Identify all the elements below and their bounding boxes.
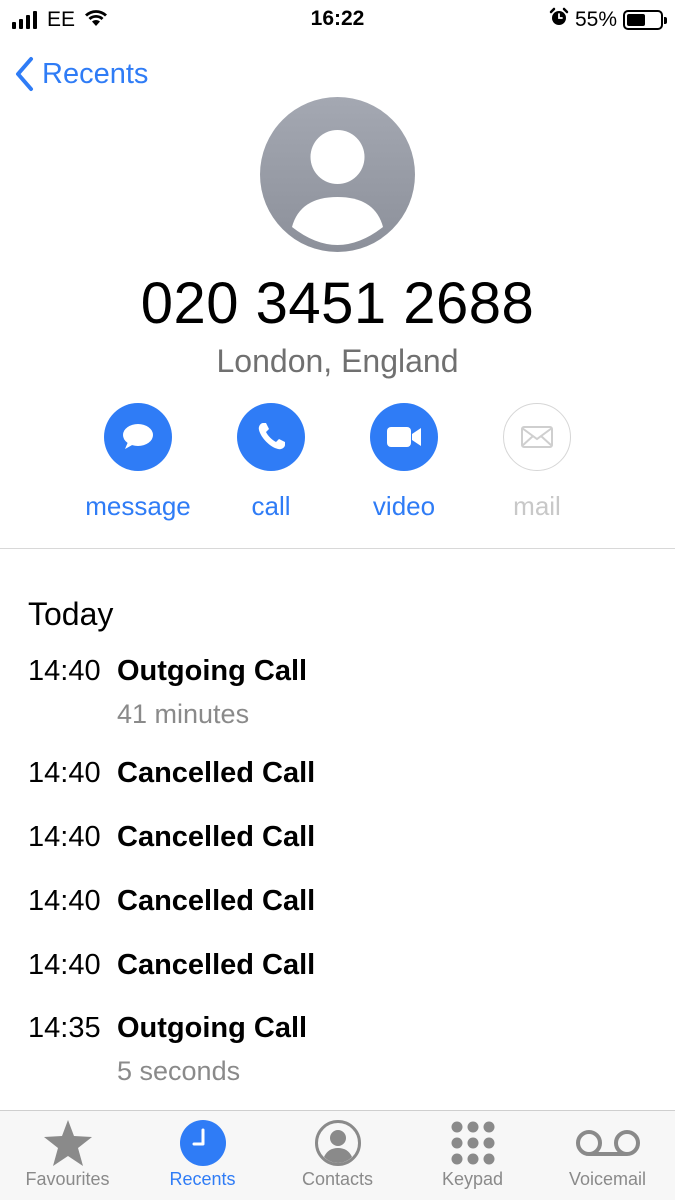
contact-location: London, England bbox=[216, 343, 459, 379]
video-action[interactable]: video bbox=[334, 403, 474, 522]
message-action[interactable]: message bbox=[68, 403, 208, 522]
contact-avatar bbox=[260, 97, 415, 252]
battery-level-fill bbox=[627, 14, 645, 26]
call-time: 14:40 bbox=[28, 885, 101, 917]
tab-label: Keypad bbox=[441, 1169, 504, 1189]
tab-label: Contacts bbox=[301, 1169, 374, 1189]
call-duration: 5 seconds bbox=[117, 1056, 241, 1086]
mail-action[interactable]: mail bbox=[467, 403, 607, 522]
tab-keypad[interactable]: Keypad bbox=[405, 1111, 540, 1200]
battery-tip bbox=[664, 17, 667, 24]
call-time: 14:40 bbox=[28, 949, 101, 981]
status-bar-right: 55% bbox=[549, 7, 667, 33]
call-time: 14:40 bbox=[28, 655, 101, 687]
call-time: 14:35 bbox=[28, 1012, 101, 1044]
person-silhouette-icon bbox=[292, 130, 383, 245]
battery-icon bbox=[623, 10, 667, 30]
call-type: Cancelled Call bbox=[117, 821, 316, 853]
call-type: Cancelled Call bbox=[117, 885, 316, 917]
status-bar: EE 16:22 55% bbox=[0, 0, 675, 40]
call-type: Outgoing Call bbox=[117, 655, 308, 687]
battery-percentage: 55% bbox=[574, 8, 617, 31]
tab-contacts[interactable]: Contacts bbox=[270, 1111, 405, 1200]
message-label: message bbox=[85, 491, 191, 521]
call-type: Outgoing Call bbox=[117, 1012, 308, 1044]
call-label: call bbox=[251, 491, 291, 521]
mail-label: mail bbox=[513, 491, 561, 521]
star-icon bbox=[43, 1120, 92, 1166]
call-log-date-header: Today bbox=[28, 596, 114, 632]
message-bubble-icon bbox=[123, 424, 153, 449]
voicemail-icon bbox=[575, 1130, 640, 1156]
alarm-icon bbox=[549, 7, 569, 33]
clock-icon bbox=[179, 1120, 226, 1166]
back-label: Recents bbox=[42, 57, 149, 90]
tab-favourites[interactable]: Favourites bbox=[0, 1111, 135, 1200]
video-camera-icon bbox=[387, 427, 421, 447]
phone-icon bbox=[258, 423, 285, 450]
contact-actions: message call video mail bbox=[0, 403, 675, 533]
contact-phone-number: 020 3451 2688 bbox=[140, 271, 535, 336]
tab-label: Voicemail bbox=[568, 1169, 647, 1189]
tab-voicemail[interactable]: Voicemail bbox=[540, 1111, 675, 1200]
call-type: Cancelled Call bbox=[117, 949, 316, 981]
message-button[interactable] bbox=[104, 403, 172, 471]
tab-bar: Favourites Recents Contacts Keypad Voice… bbox=[0, 1110, 675, 1200]
tab-label: Recents bbox=[169, 1169, 236, 1189]
chevron-left-icon bbox=[16, 57, 33, 91]
mail-button[interactable] bbox=[503, 403, 571, 471]
envelope-icon bbox=[521, 426, 553, 448]
back-button[interactable]: Recents bbox=[14, 56, 148, 92]
video-label: video bbox=[372, 491, 436, 521]
call-duration: 41 minutes bbox=[117, 699, 250, 729]
section-divider bbox=[0, 548, 675, 549]
call-action[interactable]: call bbox=[201, 403, 341, 522]
tab-label: Favourites bbox=[25, 1169, 110, 1189]
call-time: 14:40 bbox=[28, 821, 101, 853]
call-button[interactable] bbox=[237, 403, 305, 471]
tab-recents[interactable]: Recents bbox=[135, 1111, 270, 1200]
call-type: Cancelled Call bbox=[117, 757, 316, 789]
keypad-icon bbox=[451, 1121, 494, 1165]
call-time: 14:40 bbox=[28, 757, 101, 789]
video-button[interactable] bbox=[370, 403, 438, 471]
contact-detail-screen: EE 16:22 55% Recents 020 3451 2688 Londo… bbox=[0, 0, 675, 1200]
person-circle-icon bbox=[314, 1120, 361, 1166]
